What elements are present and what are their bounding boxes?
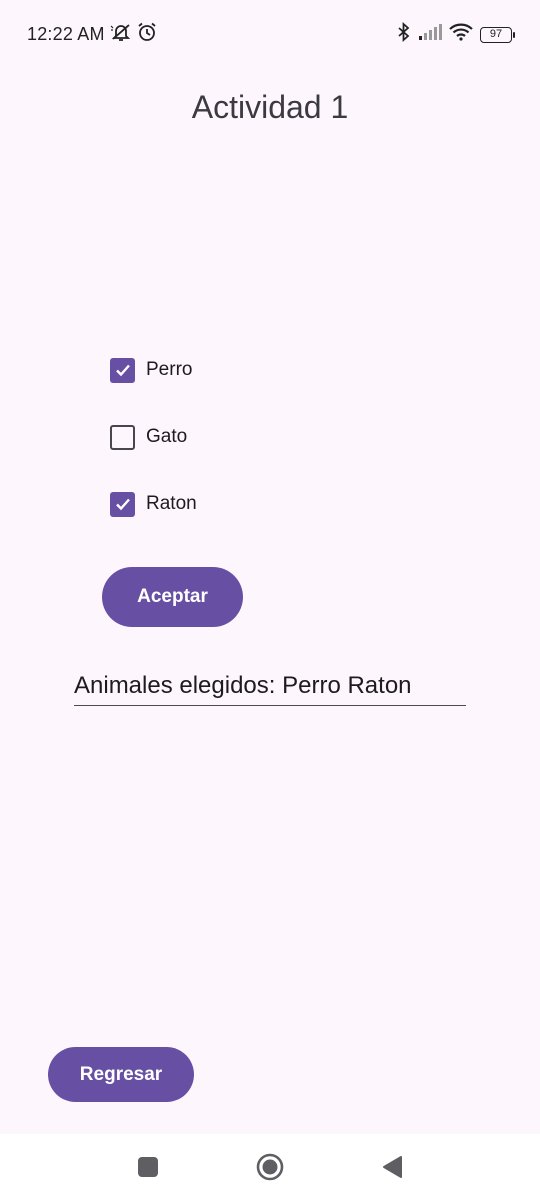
wifi-icon xyxy=(449,23,473,46)
result-text-field[interactable]: Animales elegidos: Perro Raton xyxy=(74,668,466,706)
accept-button[interactable]: Aceptar xyxy=(102,567,243,627)
checkmark-icon xyxy=(115,364,130,377)
clock-time: 12:22 AM xyxy=(27,24,105,44)
navigation-bar xyxy=(0,1134,540,1200)
battery-level: 97 xyxy=(489,27,503,40)
checkbox-label-gato: Gato xyxy=(146,426,188,447)
regresar-button[interactable]: Regresar xyxy=(48,1047,194,1102)
result-text: Animales elegidos: Perro Raton xyxy=(74,672,412,699)
checkbox-label-perro: Perro xyxy=(146,359,193,380)
alarm-icon xyxy=(137,22,157,47)
status-bar: 12:22 AM 97 xyxy=(0,0,540,66)
page-title: Actividad 1 xyxy=(191,89,349,125)
checkmark-icon xyxy=(115,498,130,511)
checkbox-gato[interactable]: Gato xyxy=(110,424,187,450)
back-triangle-icon[interactable] xyxy=(378,1153,406,1181)
bluetooth-icon xyxy=(397,21,411,47)
mute-bell-icon xyxy=(110,22,132,47)
home-circle-icon[interactable] xyxy=(256,1153,284,1181)
checkbox-label-raton: Raton xyxy=(146,493,197,514)
recents-square-icon[interactable] xyxy=(134,1153,162,1181)
status-left: 12:22 AM xyxy=(27,22,157,47)
status-right: 97 xyxy=(390,21,515,47)
checkbox-box-checked[interactable] xyxy=(110,491,135,517)
checkbox-box-unchecked[interactable] xyxy=(110,424,135,450)
signal-icon xyxy=(418,23,442,46)
checkbox-perro[interactable]: Perro xyxy=(110,357,192,383)
screen: 12:22 AM 97 Actividad 1 Perro Gato Raton… xyxy=(0,0,540,1200)
checkbox-box-checked[interactable] xyxy=(110,357,135,383)
checkbox-raton[interactable]: Raton xyxy=(110,491,197,517)
battery-indicator: 97 xyxy=(480,26,515,43)
